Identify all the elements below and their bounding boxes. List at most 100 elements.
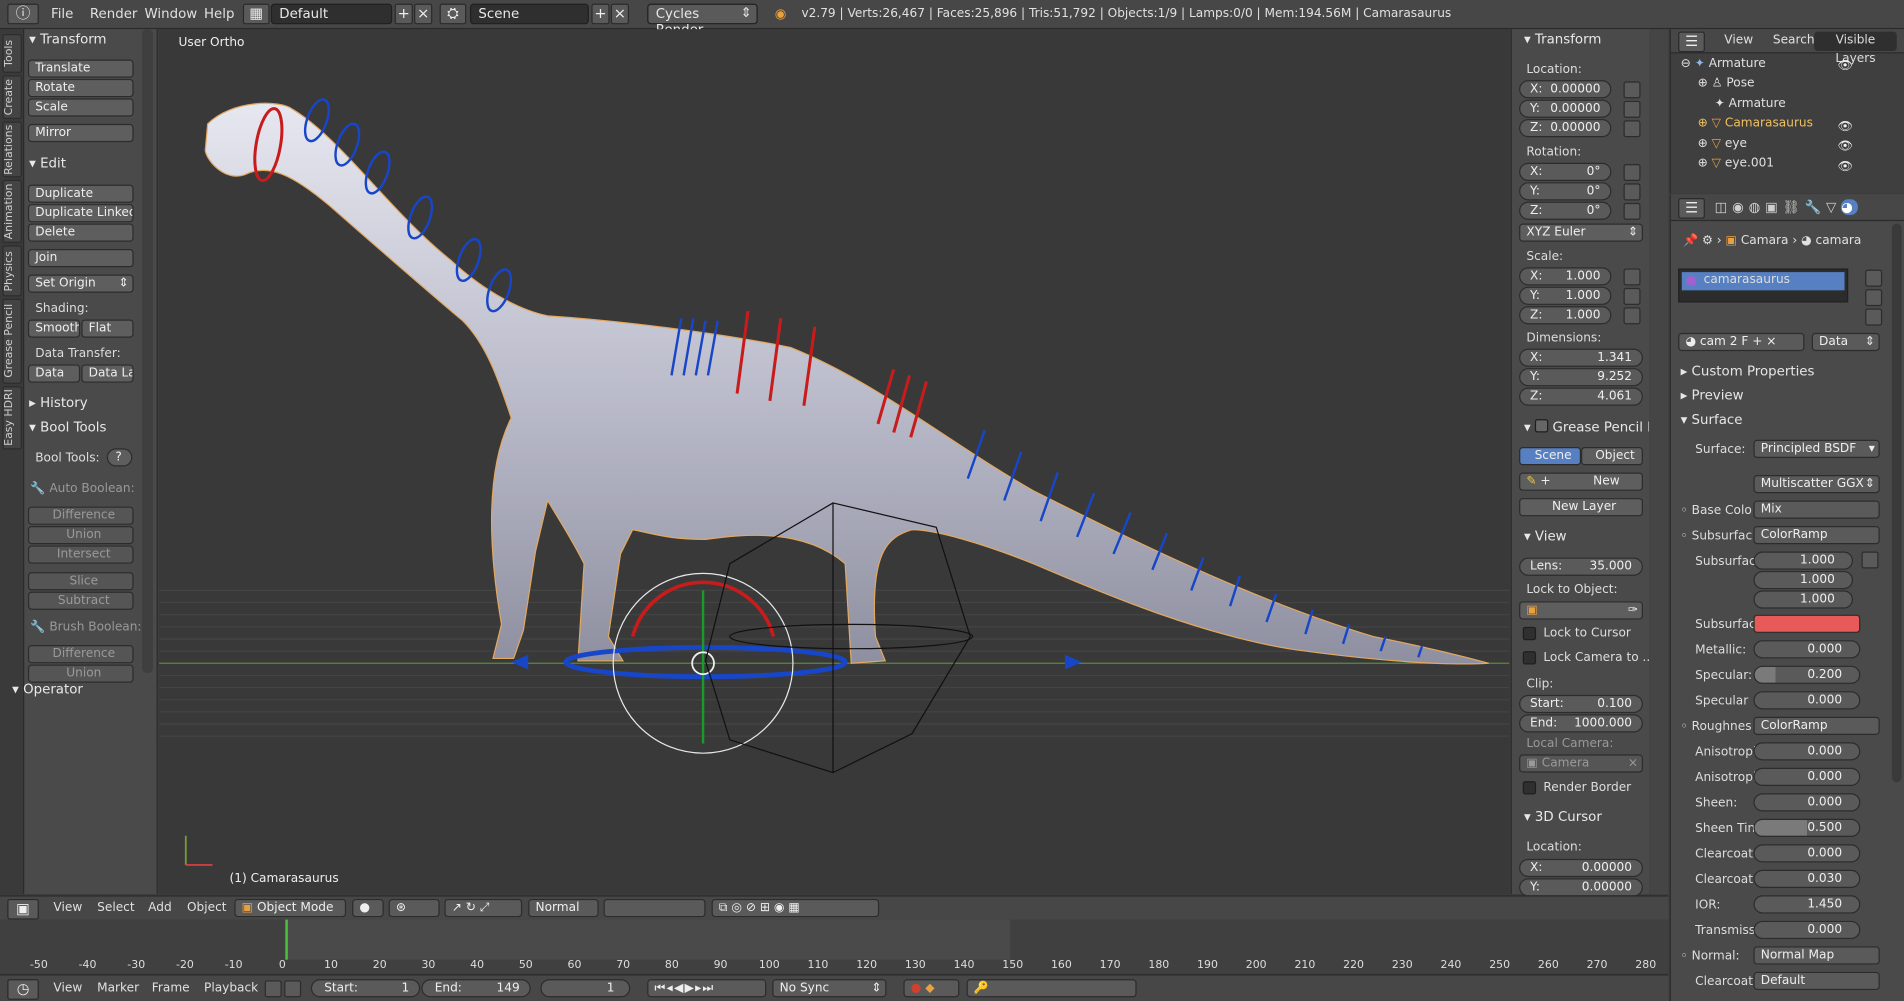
timeline-menu-marker[interactable]: Marker [97,982,139,995]
lock-rotation-z-icon[interactable] [1623,202,1641,220]
subsurface-radius-y[interactable]: 1.000 [1753,570,1854,590]
sheen-tint-field[interactable]: 0.500 [1753,818,1861,837]
scale-x-field[interactable]: X: 1.000 [1519,267,1612,286]
scale-z-field[interactable]: Z: 1.000 [1519,306,1612,325]
custom-properties-header[interactable]: ▸ Custom Properties [1681,363,1815,379]
lock-location-z-icon[interactable] [1623,120,1641,138]
auto-subtract-button[interactable]: Subtract [27,591,134,610]
viewport-menu-add[interactable]: Add [148,901,172,914]
scene-field[interactable]: Scene [469,3,589,25]
render-border-checkbox[interactable] [1522,781,1537,795]
lock-camera-checkbox[interactable] [1522,651,1537,665]
pivot-select[interactable]: ⊛ [388,898,440,918]
smooth-button[interactable]: Smooth [27,319,81,338]
new-grease-data-button[interactable]: ✎ + New [1519,472,1643,491]
3d-viewport[interactable]: User Ortho (1) Camarasaurus [159,29,1510,895]
cursor-x-field[interactable]: X: 0.00000 [1519,858,1643,878]
timeline-menu-frame[interactable]: Frame [152,982,190,995]
tab-scene[interactable]: Scene [1519,447,1582,466]
lock-scale-z-icon[interactable] [1623,307,1641,325]
rotation-mode-select[interactable]: XYZ Euler ⇕ [1519,223,1643,242]
subsurface-color-swatch[interactable] [1753,614,1861,633]
history-panel-header[interactable]: ▸ History [29,395,87,411]
outliner-menu-search[interactable]: Search [1773,34,1815,47]
location-z-field[interactable]: Z: 0.00000 [1519,119,1612,138]
layout-field[interactable]: Default [270,3,393,25]
context-tabs[interactable]: ◫◉◍▣⛓🔧▽◕ [1715,199,1858,216]
lock-to-cursor-checkbox[interactable] [1522,626,1537,641]
surface-header[interactable]: ▾ Surface [1681,412,1743,428]
rotation-x-field[interactable]: X: 0° [1519,162,1612,182]
join-button[interactable]: Join [27,249,134,268]
surface-shader-select[interactable]: Principled BSDF ▾ [1753,439,1880,458]
subsurface-radius-z[interactable]: 1.000 [1753,590,1854,609]
link-select[interactable]: Data ⇕ [1811,332,1880,352]
add-layout-button[interactable]: + [394,3,413,25]
viewport-menu-object[interactable]: Object [187,901,227,914]
outliner-menu-view[interactable]: View [1724,34,1753,47]
current-frame-marker[interactable] [285,919,288,960]
menu-window[interactable]: Window [145,6,198,22]
tab-object[interactable]: Object [1581,447,1643,466]
preview-range-toggle[interactable] [264,980,282,998]
delete-button[interactable]: Delete [27,223,134,242]
properties-scrollbar[interactable] [1891,223,1902,783]
toolshelf-scrollbar[interactable] [142,29,154,673]
clearcoat-normal-input[interactable]: Default [1753,971,1880,991]
snap-tools[interactable]: ⧉ ◎ ⊘ ⊞ ◉ ▦ [711,898,880,918]
editor-type-icon[interactable]: ⓘ [7,3,39,25]
distribution-select[interactable]: Multiscatter GGX ⇕ [1753,474,1880,494]
outliner-row-armature[interactable]: ⊖ ✦ Armature [1681,57,1766,70]
orientation-select[interactable]: Normal [528,898,599,918]
cursor-y-field[interactable]: Y: 0.00000 [1519,878,1643,897]
clip-end-field[interactable]: End: 1000.000 [1519,714,1643,733]
menu-render[interactable]: Render [90,6,138,22]
tab-create[interactable]: Create [2,75,22,120]
lock-rotation-y-icon[interactable] [1623,183,1641,201]
current-frame-field[interactable]: 1 [540,979,631,998]
grease-pencil-checkbox[interactable] [1534,419,1549,433]
local-camera-field[interactable]: ▣ Camera × [1519,754,1643,773]
anisotropic-rotation-field[interactable]: 0.000 [1753,767,1861,786]
editor-type-icon[interactable]: ◷ [7,979,39,1000]
data-layout-transfer-button[interactable]: Data La [81,364,134,383]
rotation-z-field[interactable]: Z: 0° [1519,201,1612,220]
material-datablock-field[interactable]: ◕ cam 2 F + × [1678,332,1805,352]
viewport-shading-select[interactable]: ● [352,898,384,918]
layout-icon[interactable]: ▦ [242,3,270,25]
lock-rotation-x-icon[interactable] [1623,163,1641,182]
duplicate-linked-button[interactable]: Duplicate Linked [27,204,134,223]
visibility-toggles[interactable]: 👁 👁 👁 👁 [1837,57,1852,177]
lock-scale-x-icon[interactable] [1623,268,1641,286]
lens-field[interactable]: Lens: 35.000 [1519,557,1643,576]
dimension-x-field[interactable]: X: 1.341 [1519,348,1643,367]
viewport-menu-select[interactable]: Select [97,901,134,914]
timeline-menu-playback[interactable]: Playback [204,982,258,995]
lock-range-toggle[interactable] [284,980,302,998]
mirror-button[interactable]: Mirror [27,123,134,143]
scale-button[interactable]: Scale [27,98,134,117]
duplicate-button[interactable]: Duplicate [27,184,134,203]
preview-header[interactable]: ▸ Preview [1681,388,1744,404]
tab-relations[interactable]: Relations [2,121,22,178]
tab-grease-pencil[interactable]: Grease Pencil [2,298,22,384]
pin-icon[interactable]: 📌 [1683,234,1698,247]
grease-pencil-panel-header[interactable]: ▾ Grease Pencil La [1524,418,1663,435]
3d-cursor-panel-header[interactable]: ▾ 3D Cursor [1524,809,1602,825]
auto-difference-button[interactable]: Difference [27,506,134,525]
menu-file[interactable]: File [51,6,73,22]
data-transfer-button[interactable]: Data [27,364,81,383]
outliner-row-eye-001[interactable]: ⊕ ▽ eye.001 [1698,157,1774,170]
viewport-menu-view[interactable]: View [53,901,82,914]
normal-input[interactable]: Normal Map [1753,946,1880,965]
clearcoat-roughness-field[interactable]: 0.030 [1753,869,1861,889]
base-color-input[interactable]: Mix [1753,500,1880,519]
remove-layout-button[interactable]: × [414,3,433,25]
metallic-field[interactable]: 0.000 [1753,640,1861,659]
layer-buttons[interactable] [603,898,706,918]
material-slot-item[interactable]: camarasaurus [1681,272,1845,291]
roughness-input[interactable]: ColorRamp [1753,716,1880,735]
sheen-field[interactable]: 0.000 [1753,793,1861,812]
material-slot-list[interactable]: camarasaurus ● [1678,268,1849,303]
flat-button[interactable]: Flat [81,319,134,338]
